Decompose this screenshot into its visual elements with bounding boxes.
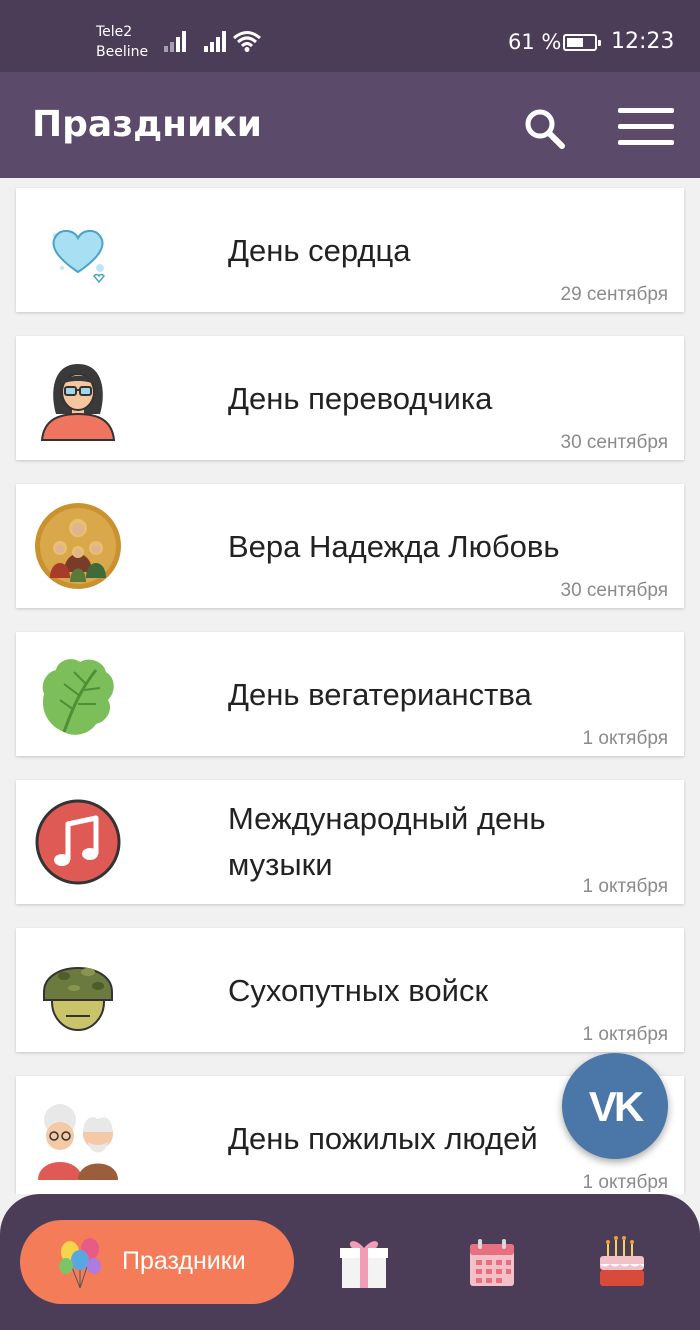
nav-item-label: Праздники: [122, 1247, 246, 1275]
lettuce-icon: [42, 659, 114, 735]
carrier-names: Tele2 Beeline: [96, 22, 148, 62]
signal-icon: [204, 30, 228, 52]
icon-saints-image: [35, 503, 121, 589]
elderly-couple-icon: [38, 1104, 118, 1180]
holiday-card[interactable]: Вера Надежда Любовь 30 сентября: [16, 484, 684, 608]
holiday-name: Международный день музыки: [228, 801, 546, 882]
battery-level-fill: [567, 38, 583, 47]
holiday-card[interactable]: День вегатерианства 1 октября: [16, 632, 684, 756]
soldier-helmet-icon: [43, 967, 113, 1031]
calendar-icon[interactable]: [466, 1234, 518, 1290]
music-note-icon: [35, 799, 121, 885]
balloons-icon: [59, 1238, 101, 1289]
signal-icon: [164, 30, 188, 52]
app-bar: Праздники: [0, 72, 700, 178]
status-bar: Tele2 Beeline 61 % 12:23: [0, 0, 700, 72]
vk-icon: VK: [588, 1083, 644, 1130]
holiday-list: День сердца 29 сентября День переводчика…: [0, 178, 700, 1194]
heart-icon: [52, 230, 106, 284]
holiday-name: День сердца: [228, 233, 411, 268]
cake-icon[interactable]: [596, 1234, 648, 1290]
holiday-name: Сухопутных войск: [228, 973, 489, 1008]
clock: 12:23: [611, 29, 675, 54]
holiday-name: День переводчика: [228, 381, 493, 416]
wifi-icon: [233, 31, 261, 52]
page-title: Праздники: [32, 104, 262, 145]
vk-fab-button[interactable]: VK: [562, 1053, 668, 1159]
carrier-2: Beeline: [96, 44, 149, 60]
holiday-card[interactable]: День сердца 29 сентября: [16, 188, 684, 312]
gift-icon[interactable]: [338, 1234, 390, 1290]
holiday-date: 30 сентября: [560, 580, 669, 601]
holiday-name: День вегатерианства: [228, 677, 532, 712]
holiday-date: 1 октября: [582, 876, 668, 897]
battery-icon: [563, 34, 601, 51]
search-icon[interactable]: [522, 106, 566, 150]
nav-item-holidays[interactable]: Праздники: [20, 1220, 294, 1304]
woman-glasses-avatar-icon: [40, 364, 116, 441]
holiday-date: 1 октября: [582, 1024, 668, 1045]
holiday-date: 30 сентября: [560, 432, 669, 453]
holiday-date: 1 октября: [582, 1172, 668, 1193]
holiday-date: 29 сентября: [560, 284, 669, 305]
carrier-1: Tele2: [96, 24, 133, 40]
holiday-card[interactable]: Международный день музыки 1 октября: [16, 780, 684, 904]
menu-icon[interactable]: [618, 108, 674, 148]
battery-percent: 61 %: [508, 30, 562, 54]
holiday-name: Вера Надежда Любовь: [228, 529, 560, 564]
holiday-date: 1 октября: [582, 728, 668, 749]
bottom-nav: Праздники: [0, 1194, 700, 1330]
holiday-card[interactable]: День переводчика 30 сентября: [16, 336, 684, 460]
holiday-card[interactable]: Сухопутных войск 1 октября: [16, 928, 684, 1052]
